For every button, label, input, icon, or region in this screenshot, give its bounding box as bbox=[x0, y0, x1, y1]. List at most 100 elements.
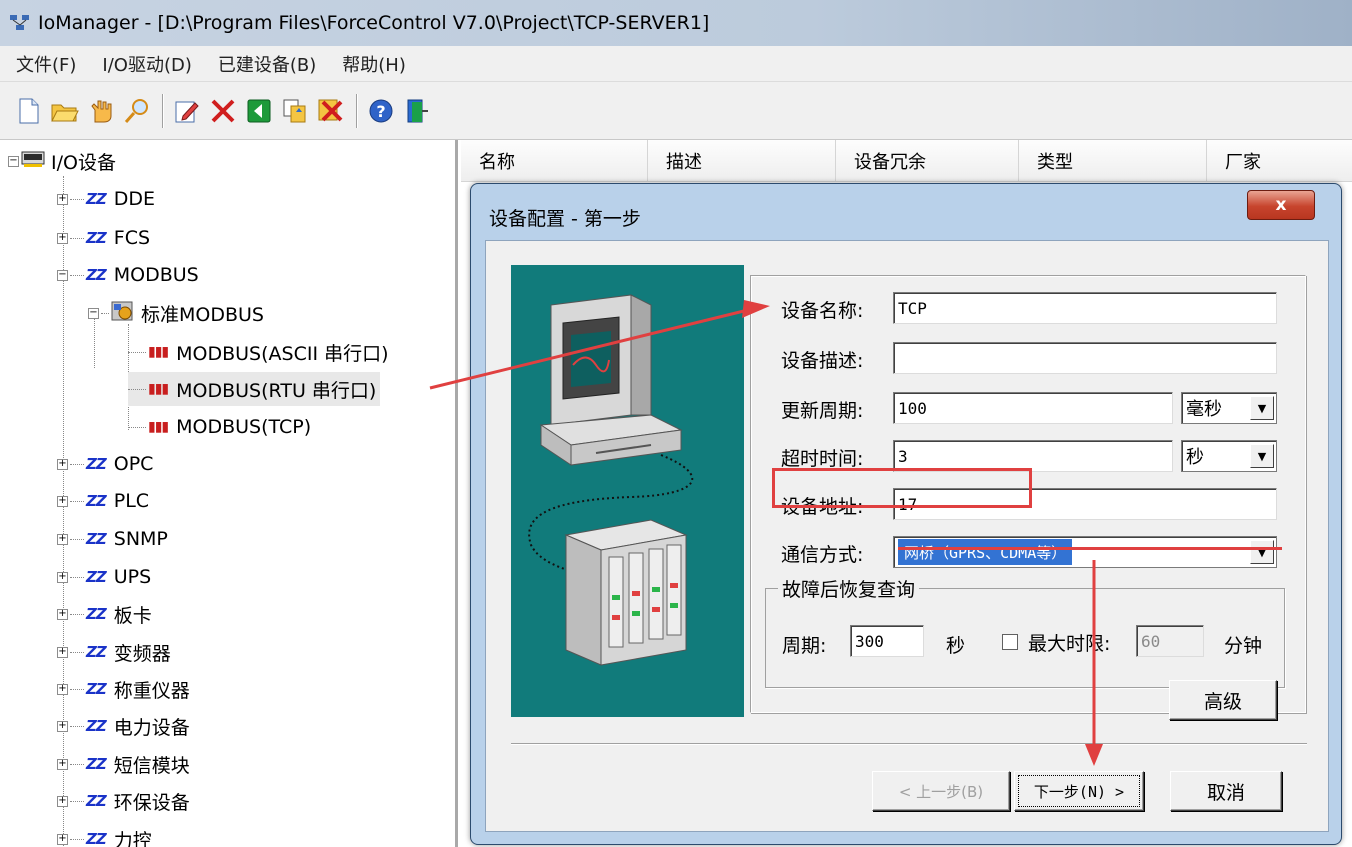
column-name[interactable]: 名称 bbox=[461, 140, 648, 182]
max-limit-checkbox[interactable] bbox=[1002, 634, 1018, 650]
exit-icon[interactable] bbox=[402, 96, 432, 126]
menu-file[interactable]: 文件(F) bbox=[0, 51, 86, 77]
device-desc-label: 设备描述: bbox=[781, 350, 864, 372]
column-redundancy[interactable]: 设备冗余 bbox=[836, 140, 1019, 182]
expand-icon[interactable]: + bbox=[57, 833, 68, 845]
tree-item-fcs[interactable]: + ZZ FCS bbox=[57, 221, 150, 255]
tree-item-sms[interactable]: + ZZ 短信模块 bbox=[57, 747, 190, 781]
tree-item-env[interactable]: + ZZ 环保设备 bbox=[57, 784, 190, 818]
comm-mode-select[interactable]: 网桥（GPRS、CDMA等） ▼ bbox=[893, 536, 1277, 568]
expand-icon[interactable]: + bbox=[57, 232, 68, 244]
toolbar-separator bbox=[356, 93, 358, 128]
tree-item-label: MODBUS bbox=[113, 264, 199, 286]
delete-icon[interactable] bbox=[208, 96, 238, 126]
find-icon[interactable] bbox=[122, 96, 152, 126]
recovery-group-title: 故障后恢复查询 bbox=[778, 575, 920, 602]
tree-item-ups[interactable]: + ZZ UPS bbox=[57, 560, 151, 594]
collapse-icon[interactable]: − bbox=[8, 155, 19, 167]
close-button[interactable]: x bbox=[1247, 190, 1315, 220]
timeout-label: 超时时间: bbox=[781, 448, 864, 470]
chevron-down-icon[interactable]: ▼ bbox=[1250, 540, 1274, 564]
tree-item-plc[interactable]: + ZZ PLC bbox=[57, 484, 149, 518]
expand-icon[interactable]: + bbox=[57, 646, 68, 658]
driver-icon: ZZ bbox=[86, 568, 107, 586]
update-period-input[interactable]: 100 bbox=[893, 392, 1173, 424]
expand-icon[interactable]: + bbox=[57, 495, 68, 507]
menu-help[interactable]: 帮助(H) bbox=[326, 51, 416, 77]
expand-icon[interactable]: + bbox=[57, 683, 68, 695]
edit-icon[interactable] bbox=[172, 96, 202, 126]
driver-icon: ZZ bbox=[86, 755, 107, 773]
driver-icon: ZZ bbox=[86, 492, 107, 510]
menu-devices[interactable]: 已建设备(B) bbox=[202, 51, 326, 77]
expand-icon[interactable]: + bbox=[57, 571, 68, 583]
tree-item-forcecontrol[interactable]: + ZZ 力控 bbox=[57, 822, 152, 847]
column-vendor[interactable]: 厂家 bbox=[1207, 140, 1352, 182]
tree-item-label: 变频器 bbox=[113, 642, 171, 665]
recovery-group: 故障后恢复查询 周期: 300 秒 最大时限: 60 分钟 bbox=[765, 575, 1285, 688]
driver-icon: ZZ bbox=[86, 605, 107, 623]
tree-item-inverter[interactable]: + ZZ 变频器 bbox=[57, 635, 171, 669]
tree-item-snmp[interactable]: + ZZ SNMP bbox=[57, 522, 168, 556]
io-device-icon bbox=[21, 149, 45, 174]
tree-item-label: 板卡 bbox=[113, 604, 152, 627]
address-highlight-box bbox=[772, 468, 1032, 508]
next-button[interactable]: 下一步(N) > bbox=[1014, 771, 1144, 811]
driver-icon: ZZ bbox=[86, 680, 107, 698]
prev-button[interactable]: < 上一步(B) bbox=[872, 771, 1010, 811]
driver-icon: ZZ bbox=[86, 792, 107, 810]
tree-item-opc[interactable]: + ZZ OPC bbox=[57, 447, 153, 481]
tree-item-modbus-tcp[interactable]: ▮▮▮ MODBUS(TCP) bbox=[128, 410, 311, 444]
period-label: 周期: bbox=[782, 635, 827, 657]
expand-icon[interactable]: + bbox=[57, 720, 68, 732]
close-icon: x bbox=[1275, 195, 1287, 215]
chevron-down-icon[interactable]: ▼ bbox=[1250, 444, 1274, 468]
import-icon[interactable] bbox=[244, 96, 274, 126]
driver-icon: ZZ bbox=[86, 266, 107, 284]
tree-item-weighing[interactable]: + ZZ 称重仪器 bbox=[57, 672, 190, 706]
tree-item-dde[interactable]: + ZZ DDE bbox=[57, 182, 155, 216]
tree-item-modbus-ascii[interactable]: ▮▮▮ MODBUS(ASCII 串行口) bbox=[128, 335, 389, 369]
comm-underline bbox=[898, 547, 1282, 550]
new-icon[interactable] bbox=[14, 96, 44, 126]
device-name-label: 设备名称: bbox=[781, 300, 864, 322]
delete-all-icon[interactable] bbox=[316, 96, 346, 126]
dialog-separator bbox=[511, 743, 1307, 745]
tree-item-board[interactable]: + ZZ 板卡 bbox=[57, 597, 152, 631]
tree-item-label: 力控 bbox=[113, 829, 152, 847]
expand-icon[interactable]: + bbox=[57, 193, 68, 205]
help-icon[interactable]: ? bbox=[366, 96, 396, 126]
tree-root[interactable]: − I/O设备 bbox=[8, 144, 116, 178]
expand-icon[interactable]: + bbox=[57, 758, 68, 770]
max-limit-input[interactable]: 60 bbox=[1136, 625, 1204, 657]
expand-icon[interactable]: + bbox=[57, 608, 68, 620]
cancel-button[interactable]: 取消 bbox=[1170, 771, 1282, 811]
expand-icon[interactable]: + bbox=[57, 533, 68, 545]
expand-icon[interactable]: + bbox=[57, 458, 68, 470]
advanced-button[interactable]: 高级 bbox=[1169, 680, 1277, 720]
collapse-icon[interactable]: − bbox=[88, 307, 99, 319]
timeout-unit-select[interactable]: 秒 ▼ bbox=[1181, 440, 1277, 472]
copy-icon[interactable] bbox=[280, 96, 310, 126]
column-type[interactable]: 类型 bbox=[1019, 140, 1207, 182]
open-icon[interactable] bbox=[50, 96, 80, 126]
tree-item-label: MODBUS(RTU 串行口) bbox=[176, 379, 377, 402]
timeout-unit-value: 秒 bbox=[1186, 447, 1204, 468]
device-name-input[interactable]: TCP bbox=[893, 292, 1277, 324]
chevron-down-icon[interactable]: ▼ bbox=[1250, 396, 1274, 420]
max-limit-unit: 分钟 bbox=[1224, 635, 1263, 657]
column-desc[interactable]: 描述 bbox=[648, 140, 836, 182]
svg-text:?: ? bbox=[376, 102, 385, 121]
collapse-icon[interactable]: − bbox=[57, 269, 68, 281]
tree-item-label: MODBUS(ASCII 串行口) bbox=[176, 342, 389, 365]
tree-item-modbus-rtu[interactable]: ▮▮▮ MODBUS(RTU 串行口) bbox=[128, 372, 381, 406]
menu-io-driver[interactable]: I/O驱动(D) bbox=[86, 51, 201, 77]
tree-item-std-modbus[interactable]: − 标准MODBUS bbox=[88, 296, 264, 330]
expand-icon[interactable]: + bbox=[57, 795, 68, 807]
device-desc-input[interactable] bbox=[893, 342, 1277, 374]
tree-item-modbus[interactable]: − ZZ MODBUS bbox=[57, 258, 199, 292]
hand-icon[interactable] bbox=[86, 96, 116, 126]
period-input[interactable]: 300 bbox=[850, 625, 924, 657]
update-unit-select[interactable]: 毫秒 ▼ bbox=[1181, 392, 1277, 424]
tree-item-power[interactable]: + ZZ 电力设备 bbox=[57, 709, 190, 743]
